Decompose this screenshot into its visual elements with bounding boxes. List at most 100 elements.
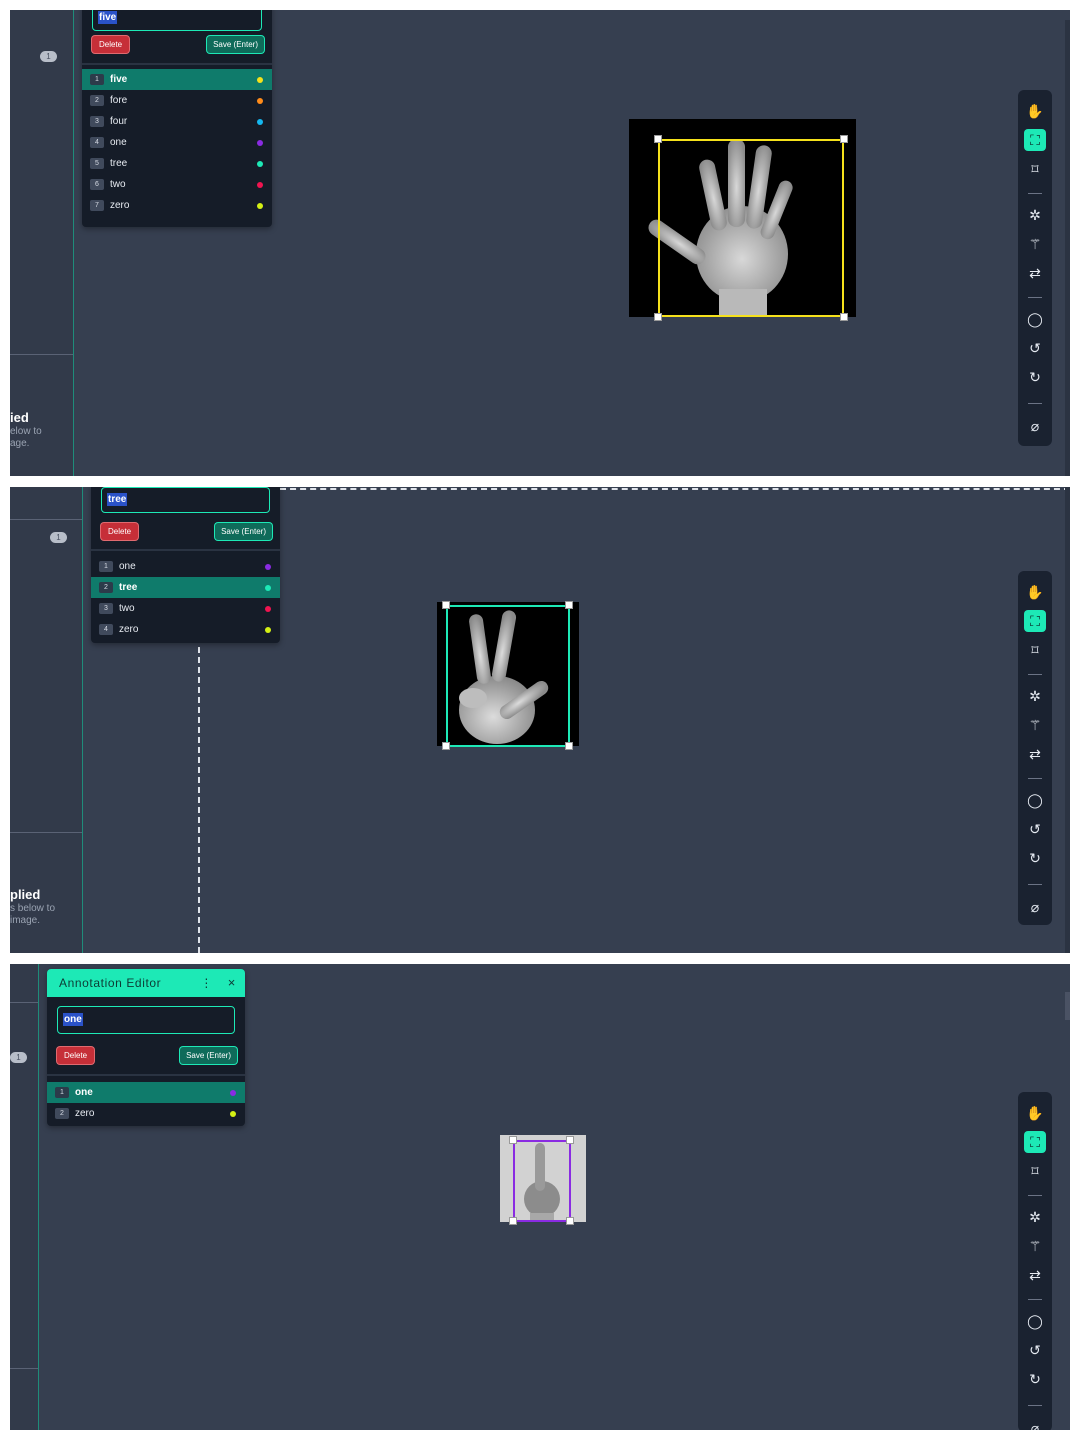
label-option-fore[interactable]: 2 fore bbox=[82, 90, 272, 111]
label-shortcut-number: 6 bbox=[90, 179, 104, 190]
bounding-box-icon[interactable]: ⛶ bbox=[1024, 129, 1046, 151]
tool-palette: ✋ ⛶ ⌑ ✲ ⚚ ⇄ ◯ ↺ ↻ ⌀ bbox=[1018, 571, 1052, 925]
label-option-five[interactable]: 1 five bbox=[82, 69, 272, 90]
editor-divider bbox=[47, 1074, 245, 1076]
label-option-tree[interactable]: 5 tree bbox=[82, 153, 272, 174]
label-name: tree bbox=[119, 582, 138, 593]
redo-icon[interactable]: ↻ bbox=[1024, 1368, 1046, 1390]
toolbar-separator bbox=[1028, 193, 1042, 194]
label-color-dot bbox=[257, 161, 263, 167]
clear-icon[interactable]: ⌀ bbox=[1024, 415, 1046, 437]
label-option-zero[interactable]: 7 zero bbox=[82, 195, 272, 216]
label-name: one bbox=[75, 1087, 93, 1098]
resize-handle-bottom-left[interactable] bbox=[509, 1217, 517, 1225]
resize-handle-top-left[interactable] bbox=[509, 1136, 517, 1144]
redo-icon[interactable]: ↻ bbox=[1024, 366, 1046, 388]
pan-hand-icon[interactable]: ✋ bbox=[1024, 1102, 1046, 1124]
label-shortcut-number: 1 bbox=[90, 74, 104, 85]
repeat-icon[interactable]: ⇄ bbox=[1024, 262, 1046, 284]
resize-handle-top-right[interactable] bbox=[566, 1136, 574, 1144]
resize-handle-bottom-right[interactable] bbox=[840, 313, 848, 321]
label-name: two bbox=[119, 603, 135, 614]
auto-annotate-icon[interactable]: ✲ bbox=[1024, 1206, 1046, 1228]
label-option-one[interactable]: 1 one bbox=[47, 1082, 245, 1103]
label-name: tree bbox=[110, 158, 128, 169]
label-name: two bbox=[110, 179, 126, 190]
close-icon[interactable]: × bbox=[228, 969, 236, 997]
label-option-one[interactable]: 1 one bbox=[91, 556, 280, 577]
label-name: fore bbox=[110, 95, 128, 106]
label-name: five bbox=[110, 74, 128, 85]
label-option-two[interactable]: 3 two bbox=[91, 598, 280, 619]
bounding-box-icon[interactable]: ⛶ bbox=[1024, 610, 1046, 632]
toolbar-separator bbox=[1028, 1299, 1042, 1300]
pan-hand-icon[interactable]: ✋ bbox=[1024, 100, 1046, 122]
magic-wand-icon[interactable]: ⚚ bbox=[1024, 233, 1046, 255]
label-option-zero[interactable]: 4 zero bbox=[91, 619, 280, 640]
repeat-icon[interactable]: ⇄ bbox=[1024, 743, 1046, 765]
save-button[interactable]: Save (Enter) bbox=[207, 36, 264, 53]
clear-icon[interactable]: ⌀ bbox=[1024, 1417, 1046, 1430]
bounding-box-tree[interactable] bbox=[446, 605, 570, 747]
clear-icon[interactable]: ⌀ bbox=[1024, 896, 1046, 918]
label-color-dot bbox=[257, 119, 263, 125]
magic-wand-icon[interactable]: ⚚ bbox=[1024, 1235, 1046, 1257]
resize-handle-top-left[interactable] bbox=[442, 601, 450, 609]
label-option-two[interactable]: 6 two bbox=[82, 174, 272, 195]
magic-wand-icon[interactable]: ⚚ bbox=[1024, 714, 1046, 736]
sidebar-top-divider bbox=[10, 1002, 38, 1003]
delete-button[interactable]: Delete bbox=[57, 1047, 95, 1064]
polygon-icon[interactable]: ⌑ bbox=[1024, 158, 1046, 180]
repeat-icon[interactable]: ⇄ bbox=[1024, 1264, 1046, 1286]
label-color-dot bbox=[265, 606, 271, 612]
undo-icon[interactable]: ↺ bbox=[1024, 337, 1046, 359]
label-color-dot bbox=[265, 627, 271, 633]
label-input-value: five bbox=[98, 11, 118, 24]
auto-annotate-icon[interactable]: ✲ bbox=[1024, 204, 1046, 226]
label-option-tree[interactable]: 2 tree bbox=[91, 577, 280, 598]
pan-hand-icon[interactable]: ✋ bbox=[1024, 581, 1046, 603]
auto-annotate-icon[interactable]: ✲ bbox=[1024, 685, 1046, 707]
bounding-box-icon[interactable]: ⛶ bbox=[1024, 1131, 1046, 1153]
redo-icon[interactable]: ↻ bbox=[1024, 847, 1046, 869]
polygon-icon[interactable]: ⌑ bbox=[1024, 639, 1046, 661]
resize-handle-top-right[interactable] bbox=[840, 135, 848, 143]
label-option-one[interactable]: 4 one bbox=[82, 132, 272, 153]
label-option-zero[interactable]: 2 zero bbox=[47, 1103, 245, 1124]
label-input[interactable]: five bbox=[92, 10, 262, 31]
label-option-four[interactable]: 3 four bbox=[82, 111, 272, 132]
delete-button[interactable]: Delete bbox=[101, 523, 139, 540]
polygon-icon[interactable]: ⌑ bbox=[1024, 1160, 1046, 1182]
label-input[interactable]: tree bbox=[101, 487, 270, 513]
comment-icon[interactable]: ◯ bbox=[1024, 1310, 1046, 1332]
save-button[interactable]: Save (Enter) bbox=[180, 1047, 237, 1064]
crosshair-guide-vertical bbox=[198, 637, 200, 953]
canvas-scrollbar[interactable] bbox=[1065, 20, 1070, 476]
resize-handle-top-right[interactable] bbox=[565, 601, 573, 609]
label-shortcut-number: 1 bbox=[99, 561, 113, 572]
bounding-box-one[interactable] bbox=[513, 1140, 571, 1222]
bounding-box-five[interactable] bbox=[658, 139, 844, 317]
delete-button[interactable]: Delete bbox=[92, 36, 130, 53]
canvas-scrollbar[interactable] bbox=[1065, 992, 1070, 1020]
undo-icon[interactable]: ↺ bbox=[1024, 1339, 1046, 1361]
resize-handle-bottom-right[interactable] bbox=[566, 1217, 574, 1225]
sidebar-empty-title: plied bbox=[10, 887, 41, 902]
label-color-dot bbox=[257, 203, 263, 209]
more-options-icon[interactable]: ⋮ bbox=[200, 969, 213, 997]
comment-icon[interactable]: ◯ bbox=[1024, 789, 1046, 811]
label-shortcut-number: 5 bbox=[90, 158, 104, 169]
resize-handle-bottom-right[interactable] bbox=[565, 742, 573, 750]
label-input[interactable]: one bbox=[57, 1006, 235, 1034]
sidebar-empty-text-line-1: s below to bbox=[10, 903, 56, 914]
resize-handle-bottom-left[interactable] bbox=[442, 742, 450, 750]
undo-icon[interactable]: ↺ bbox=[1024, 818, 1046, 840]
comment-icon[interactable]: ◯ bbox=[1024, 308, 1046, 330]
editor-header: Annotation Editor ⋮ × bbox=[47, 969, 245, 997]
editor-divider bbox=[82, 63, 272, 65]
resize-handle-bottom-left[interactable] bbox=[654, 313, 662, 321]
resize-handle-top-left[interactable] bbox=[654, 135, 662, 143]
canvas-scrollbar[interactable] bbox=[1065, 487, 1070, 953]
label-name: one bbox=[110, 137, 127, 148]
save-button[interactable]: Save (Enter) bbox=[215, 523, 272, 540]
